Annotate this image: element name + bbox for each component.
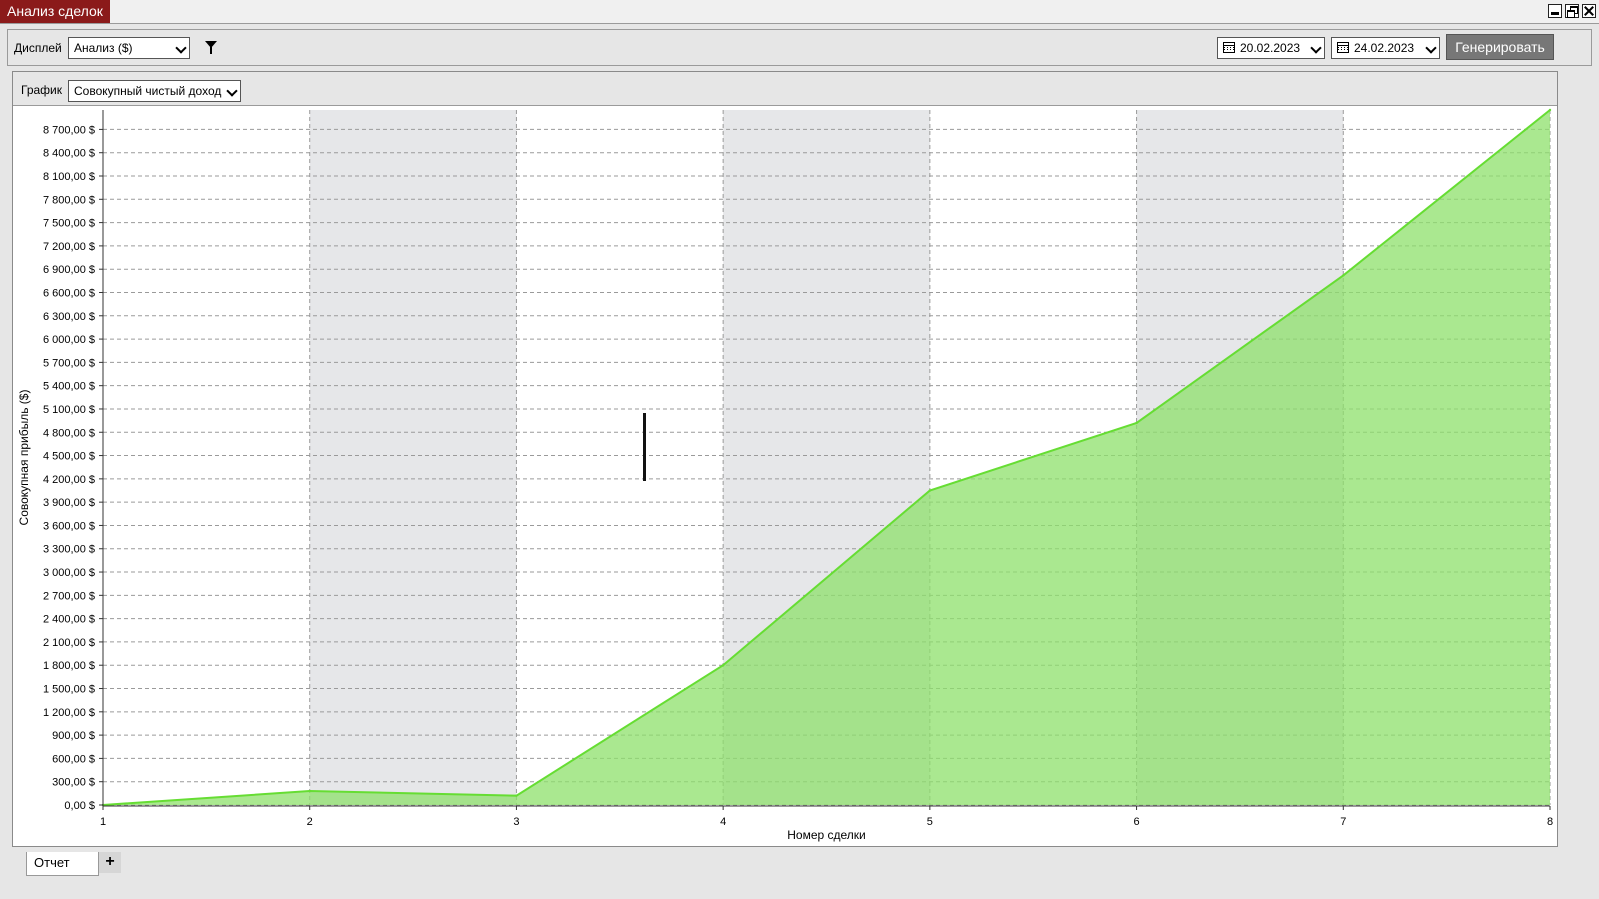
y-tick-label: 1 800,00 $ [43, 660, 95, 672]
calendar-icon [1337, 42, 1349, 53]
y-tick-label: 0,00 $ [64, 800, 95, 812]
y-tick-label: 1 200,00 $ [43, 707, 95, 719]
x-tick-label: 8 [1547, 816, 1553, 828]
date-from-value: 20.02.2023 [1240, 41, 1301, 55]
x-tick-label: 5 [927, 816, 933, 828]
y-tick-label: 2 400,00 $ [43, 614, 95, 626]
y-tick-label: 7 500,00 $ [43, 218, 95, 230]
restore-icon[interactable] [1565, 4, 1579, 18]
y-tick-label: 300,00 $ [52, 777, 95, 789]
y-tick-label: 6 000,00 $ [43, 334, 95, 346]
x-tick-label: 1 [100, 816, 106, 828]
window-title: Анализ сделок [0, 0, 110, 23]
x-tick-label: 3 [513, 816, 519, 828]
title-bar: Анализ сделок [0, 0, 1599, 24]
y-tick-label: 4 200,00 $ [43, 474, 95, 486]
chart-panel: График Совокупный чистый доход 0,00 $300… [12, 71, 1558, 847]
bottom-tab-bar: Отчет + [0, 851, 1599, 899]
display-select[interactable]: Анализ ($) [68, 37, 190, 59]
y-tick-label: 8 100,00 $ [43, 171, 95, 183]
y-tick-label: 8 400,00 $ [43, 148, 95, 160]
y-tick-label: 7 200,00 $ [43, 241, 95, 253]
x-tick-label: 7 [1340, 816, 1346, 828]
data-point [1135, 421, 1138, 425]
y-tick-label: 6 900,00 $ [43, 264, 95, 276]
data-point [928, 489, 932, 492]
y-tick-label: 6 300,00 $ [43, 311, 95, 323]
y-tick-label: 3 600,00 $ [43, 520, 95, 532]
x-tick-label: 2 [307, 816, 313, 828]
date-from-picker[interactable]: 20.02.2023 [1217, 37, 1325, 59]
y-tick-label: 8 700,00 $ [43, 124, 95, 136]
data-point [721, 664, 725, 667]
filter-icon[interactable] [205, 41, 217, 54]
x-tick-label: 6 [1134, 816, 1140, 828]
y-tick-label: 5 100,00 $ [43, 404, 95, 416]
text-cursor-icon [643, 413, 646, 481]
y-tick-label: 5 700,00 $ [43, 357, 95, 369]
chevron-down-icon [175, 42, 187, 54]
y-tick-label: 5 400,00 $ [43, 381, 95, 393]
toolbar: Дисплей Анализ ($) 20.02.2023 24.02.2023… [7, 29, 1592, 66]
data-point [515, 794, 518, 797]
y-tick-label: 4 800,00 $ [43, 427, 95, 439]
calendar-icon [1223, 42, 1235, 53]
x-axis-title: Номер сделки [787, 828, 866, 842]
minimize-icon[interactable] [1548, 4, 1562, 18]
data-point [308, 789, 311, 793]
close-icon[interactable] [1582, 4, 1596, 18]
cumulative-profit-chart: 0,00 $ 300,00 $ 600,00 $ 900,00 $ 1 200,00 $… [17, 108, 1553, 842]
y-axis-title: Совокупная прибыль ($) [17, 390, 31, 526]
date-to-picker[interactable]: 24.02.2023 [1331, 37, 1440, 59]
y-tick-label: 4 500,00 $ [43, 451, 95, 463]
display-select-value: Анализ ($) [74, 41, 133, 55]
y-tick-label: 600,00 $ [52, 753, 95, 765]
y-tick-label: 1 500,00 $ [43, 684, 95, 696]
y-tick-label: 2 700,00 $ [43, 590, 95, 602]
y-tick-label: 2 100,00 $ [43, 637, 95, 649]
y-tick-label: 900,00 $ [52, 730, 95, 742]
generate-button[interactable]: Генерировать [1446, 34, 1554, 60]
y-tick-label: 3 300,00 $ [43, 544, 95, 556]
display-label: Дисплей [14, 41, 62, 55]
data-point [1342, 274, 1345, 277]
chevron-down-icon [1310, 42, 1322, 54]
x-tick-label: 4 [720, 816, 726, 828]
chart-band [309, 110, 517, 805]
tab-report[interactable]: Отчет [26, 852, 99, 876]
window-controls [1548, 4, 1596, 18]
y-tick-label: 3 900,00 $ [43, 497, 95, 509]
y-tick-label: 7 800,00 $ [43, 194, 95, 206]
y-tick-label: 3 000,00 $ [43, 567, 95, 579]
add-tab-button[interactable]: + [99, 852, 121, 873]
y-tick-label: 6 600,00 $ [43, 287, 95, 299]
chevron-down-icon [1425, 42, 1437, 54]
data-point [1548, 108, 1552, 112]
date-to-value: 24.02.2023 [1354, 41, 1415, 55]
